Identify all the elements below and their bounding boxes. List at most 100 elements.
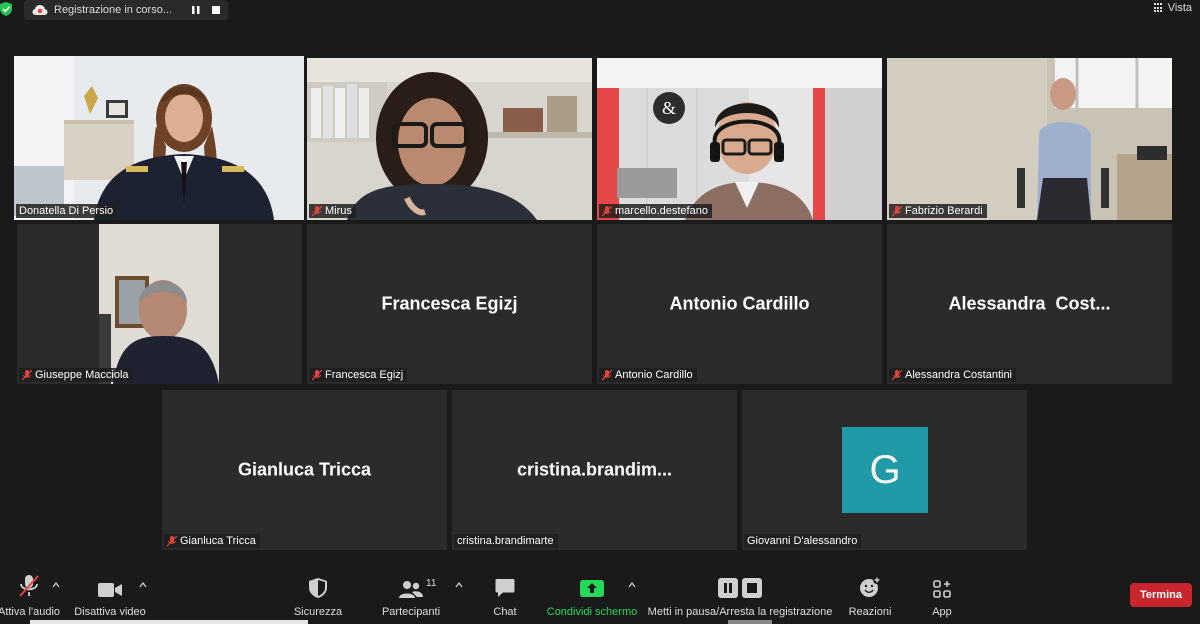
participant-name-tag: Francesca Egizj xyxy=(309,368,408,382)
muted-mic-icon xyxy=(312,205,322,216)
participant-video xyxy=(307,58,592,220)
chat-icon xyxy=(495,579,515,597)
muted-mic-icon xyxy=(312,369,322,380)
chat-label: Chat xyxy=(493,606,517,618)
stop-icon xyxy=(212,6,220,14)
video-tile-mirus[interactable]: Mirus xyxy=(307,58,592,220)
participant-name-tag: marcello.destefano xyxy=(599,204,712,218)
participant-name: Giovanni D'alessandro xyxy=(747,535,858,547)
participant-display-name: Gianluca Tricca xyxy=(237,459,372,480)
add-reaction-icon xyxy=(860,576,881,597)
participant-video xyxy=(17,224,302,384)
participants-icon xyxy=(399,581,423,598)
encryption-shield-icon[interactable] xyxy=(0,2,12,16)
share-screen-label: Condividi schermo xyxy=(546,606,638,618)
participant-name-tag: Antonio Cardillo xyxy=(599,368,697,382)
taskbar-edge xyxy=(30,620,308,624)
participant-video xyxy=(14,56,304,220)
participant-name: Gianluca Tricca xyxy=(180,535,256,547)
stop-recording-icon xyxy=(742,578,762,598)
apps-label: App xyxy=(932,606,952,618)
video-tile-marcello[interactable]: & marcello.destefano xyxy=(597,58,882,220)
end-meeting-button[interactable]: Termina xyxy=(1130,583,1192,607)
participant-name: Donatella Di Persio xyxy=(19,205,114,217)
svg-text:&: & xyxy=(662,98,676,118)
reactions-button[interactable]: Reazioni xyxy=(848,574,892,618)
participant-name: marcello.destefano xyxy=(615,205,708,217)
participant-name: Antonio Cardillo xyxy=(615,369,693,381)
chat-button[interactable]: Chat xyxy=(490,574,520,618)
share-screen-button[interactable]: Condividi schermo xyxy=(546,574,638,618)
end-meeting-label: Termina xyxy=(1140,589,1182,601)
share-screen-icon xyxy=(580,580,604,597)
taskbar-edge xyxy=(728,620,772,624)
participant-name: Giuseppe Macciola xyxy=(35,369,129,381)
apps-icon xyxy=(933,580,951,598)
pause-recording-button[interactable] xyxy=(186,0,206,20)
participant-name-tag: Fabrizio Berardi xyxy=(889,204,987,218)
video-tile-gianluca[interactable]: Gianluca Tricca Gianluca Tricca xyxy=(162,390,447,550)
video-tile-antonio[interactable]: Antonio Cardillo Antonio Cardillo xyxy=(597,224,882,384)
video-camera-icon xyxy=(98,583,122,597)
shield-icon xyxy=(309,578,327,598)
security-button[interactable]: Sicurezza xyxy=(290,574,346,618)
audio-options-chevron-icon[interactable] xyxy=(52,582,60,588)
stop-video-label: Disattiva video xyxy=(74,606,146,618)
muted-mic-icon xyxy=(892,369,902,380)
muted-mic-icon xyxy=(22,369,32,380)
share-options-chevron-icon[interactable] xyxy=(628,582,636,588)
participant-name-tag: Donatella Di Persio xyxy=(16,204,118,218)
avatar: G xyxy=(842,427,928,513)
video-tile-giuseppe[interactable]: Giuseppe Macciola xyxy=(17,224,302,384)
participant-display-name: Antonio Cardillo xyxy=(669,293,810,314)
participant-name-tag: Mirus xyxy=(309,204,356,218)
pause-recording-icon xyxy=(718,578,738,598)
grid-view-icon xyxy=(1153,3,1164,13)
video-options-chevron-icon[interactable] xyxy=(139,582,147,588)
participant-name: Alessandra Costantini xyxy=(905,369,1013,381)
participant-name: Fabrizio Berardi xyxy=(905,205,983,217)
participant-name: cristina.brandimarte xyxy=(457,535,554,547)
participant-name-tag: Alessandra Costantini xyxy=(889,368,1017,382)
participants-count: 11 xyxy=(426,578,437,589)
participant-name-tag: Giovanni D'alessandro xyxy=(744,534,862,548)
participant-name: Francesca Egizj xyxy=(325,369,404,381)
participant-name: Mirus xyxy=(325,205,352,217)
stop-recording-button[interactable] xyxy=(206,0,226,20)
muted-microphone-icon xyxy=(19,575,39,597)
security-label: Sicurezza xyxy=(293,606,343,618)
unmute-audio-button[interactable]: Attiva l'audio xyxy=(0,574,61,618)
apps-button[interactable]: App xyxy=(928,574,956,618)
participant-display-name: cristina.brandim... xyxy=(516,459,673,480)
reactions-label: Reazioni xyxy=(848,606,892,618)
participant-display-name: Alessandra Cost... xyxy=(948,293,1111,314)
video-tile-donatella[interactable]: Donatella Di Persio xyxy=(14,56,304,220)
video-tile-alessandra[interactable]: Alessandra Cost... Alessandra Costantini xyxy=(887,224,1172,384)
recording-indicator: Registrazione in corso... xyxy=(24,0,228,20)
muted-mic-icon xyxy=(602,205,612,216)
stop-video-button[interactable]: Disattiva video xyxy=(74,574,146,618)
participant-video xyxy=(887,58,1172,220)
participant-name-tag: Giuseppe Macciola xyxy=(19,368,133,382)
participants-label: Partecipanti xyxy=(381,606,441,618)
video-tile-fabrizio[interactable]: Fabrizio Berardi xyxy=(887,58,1172,220)
video-tile-giovanni[interactable]: G Giovanni D'alessandro xyxy=(742,390,1027,550)
participant-name-tag: cristina.brandimarte xyxy=(454,534,558,548)
meeting-toolbar: Attiva l'audio Disattiva video Sicurezza xyxy=(0,566,1200,624)
participant-name-tag: Gianluca Tricca xyxy=(164,534,260,548)
pause-stop-recording-label: Metti in pausa/Arresta la registrazione xyxy=(647,606,833,618)
participant-video: & xyxy=(597,58,882,220)
pause-stop-recording-button[interactable]: Metti in pausa/Arresta la registrazione xyxy=(647,574,833,618)
muted-mic-icon xyxy=(892,205,902,216)
view-button[interactable]: Vista xyxy=(1153,2,1192,14)
participants-options-chevron-icon[interactable] xyxy=(455,582,463,588)
avatar-letter: G xyxy=(869,447,901,492)
pause-icon xyxy=(192,6,200,14)
video-tile-cristina[interactable]: cristina.brandim... cristina.brandimarte xyxy=(452,390,737,550)
muted-mic-icon xyxy=(167,535,177,546)
cloud-recording-icon xyxy=(32,5,48,15)
muted-mic-icon xyxy=(602,369,612,380)
unmute-audio-label: Attiva l'audio xyxy=(0,606,61,618)
video-tile-francesca[interactable]: Francesca Egizj Francesca Egizj xyxy=(307,224,592,384)
recording-status-text: Registrazione in corso... xyxy=(54,4,172,16)
